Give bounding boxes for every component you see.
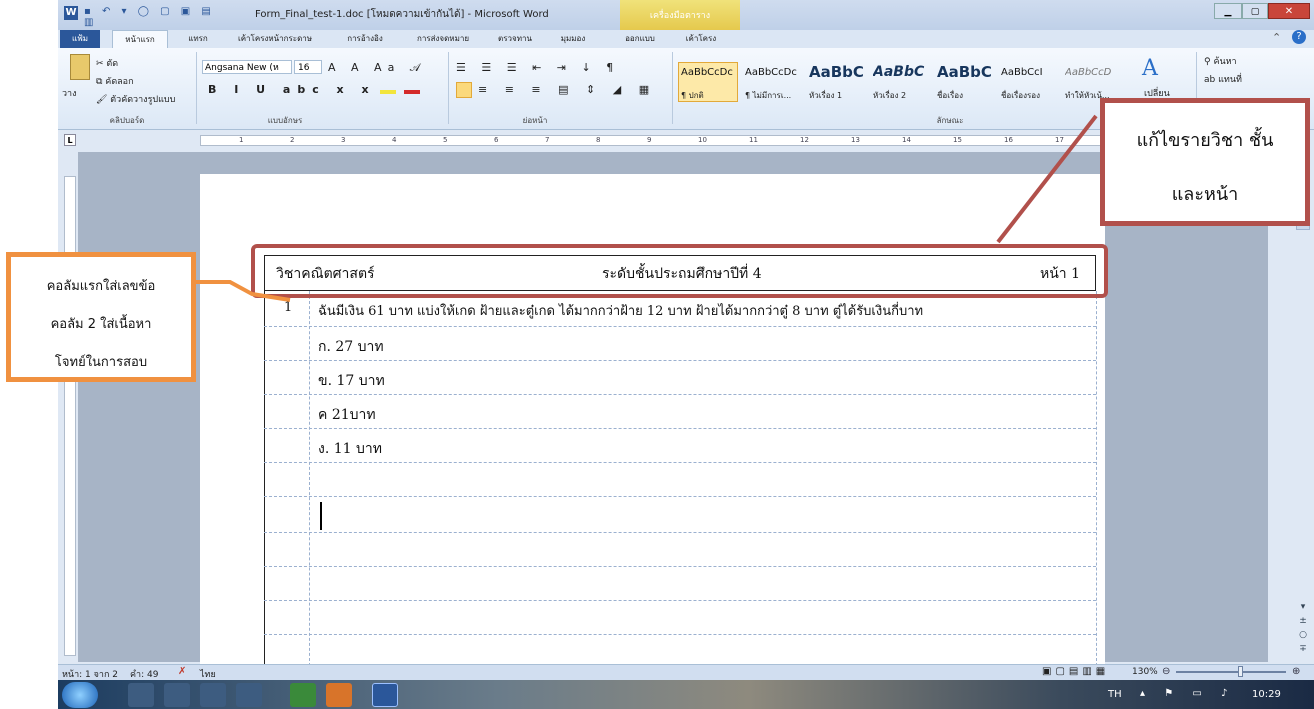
callout-line: โจทย์ในการสอบ xyxy=(54,355,148,370)
orange-pointer-line xyxy=(196,280,291,302)
callout-line: และหน้า xyxy=(1171,184,1239,205)
callout-line: คอลัม 2 ใส่เนื้อหา xyxy=(50,317,152,332)
red-pointer-line xyxy=(996,114,1098,244)
columns-callout: คอลัมแรกใส่เลขข้อ คอลัม 2 ใส่เนื้อหา โจท… xyxy=(6,252,196,382)
callout-line: คอลัมแรกใส่เลขข้อ xyxy=(46,279,156,294)
edit-header-callout: แก้ไขรายวิชา ชั้น และหน้า xyxy=(1100,98,1310,226)
callout-line: แก้ไขรายวิชา ชั้น xyxy=(1136,130,1274,151)
